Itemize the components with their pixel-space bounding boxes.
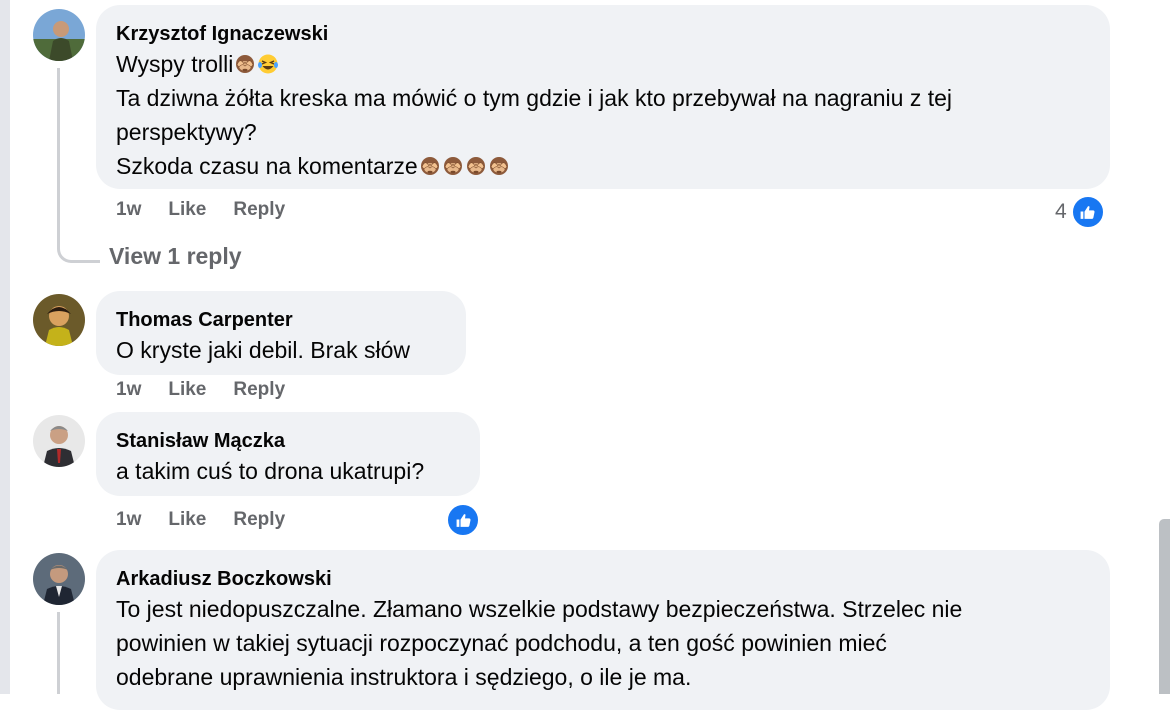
comment-author[interactable]: Thomas Carpenter [116, 307, 446, 333]
comment-author[interactable]: Arkadiusz Boczkowski [116, 566, 1090, 592]
scrollbar-thumb[interactable] [1159, 519, 1170, 694]
see-no-evil-monkey-icon [419, 155, 441, 177]
reply-button[interactable]: Reply [233, 199, 285, 221]
comment-line: Wyspy trolli [116, 47, 1090, 81]
comment-line: odebrane uprawnienia instruktora i sędzi… [116, 664, 692, 690]
thread-line [57, 68, 60, 248]
comment-actions: 1w Like Reply [116, 509, 285, 531]
reaction-count: 4 [1055, 200, 1067, 223]
avatar[interactable] [33, 294, 85, 346]
laughing-tears-icon [257, 53, 279, 75]
view-replies-link[interactable]: View 1 reply [109, 243, 242, 270]
comment-line: Ta dziwna żółta kreska ma mówić o tym gd… [116, 85, 953, 111]
reply-button[interactable]: Reply [233, 379, 285, 401]
comment-bubble: Thomas Carpenter O kryste jaki debil. Br… [96, 291, 466, 375]
like-reaction-icon [1070, 195, 1105, 229]
avatar[interactable] [33, 553, 85, 605]
comment-bubble: Arkadiusz Boczkowski To jest niedopuszcz… [96, 550, 1110, 710]
comment-line: Szkoda czasu na komentarze [116, 149, 1090, 183]
thread-connector [57, 240, 100, 263]
comment-line: O kryste jaki debil. Brak słów [116, 337, 410, 363]
timestamp[interactable]: 1w [116, 199, 141, 221]
left-panel-edge [0, 0, 10, 694]
see-no-evil-monkey-icon [234, 53, 256, 75]
thread-line [57, 612, 60, 694]
comment-line: a takim cuś to drona ukatrupi? [116, 458, 425, 484]
like-reaction-icon [446, 503, 480, 537]
comment-author[interactable]: Krzysztof Ignaczewski [116, 21, 1090, 47]
comment-bubble: Krzysztof Ignaczewski Wyspy trolli Ta dz… [96, 5, 1110, 189]
comment-line: To jest niedopuszczalne. Złamano wszelki… [116, 596, 963, 622]
avatar[interactable] [33, 415, 85, 467]
reaction-summary[interactable]: 4 [1055, 195, 1105, 229]
reply-button[interactable]: Reply [233, 509, 285, 531]
comment-author[interactable]: Stanisław Mączka [116, 428, 460, 454]
comment-actions: 1w Like Reply [116, 199, 285, 221]
comment-actions: 1w Like Reply [116, 379, 285, 401]
comment-bubble: Stanisław Mączka a takim cuś to drona uk… [96, 412, 480, 496]
comment-line: perspektywy? [116, 119, 257, 145]
see-no-evil-monkey-icon [465, 155, 487, 177]
like-button[interactable]: Like [168, 199, 206, 221]
see-no-evil-monkey-icon [442, 155, 464, 177]
avatar[interactable] [33, 9, 85, 61]
see-no-evil-monkey-icon [488, 155, 510, 177]
timestamp[interactable]: 1w [116, 379, 141, 401]
like-button[interactable]: Like [168, 509, 206, 531]
reaction-summary[interactable] [446, 503, 480, 537]
comment-line: powinien w takiej sytuacji rozpoczynać p… [116, 630, 887, 656]
like-button[interactable]: Like [168, 379, 206, 401]
timestamp[interactable]: 1w [116, 509, 141, 531]
